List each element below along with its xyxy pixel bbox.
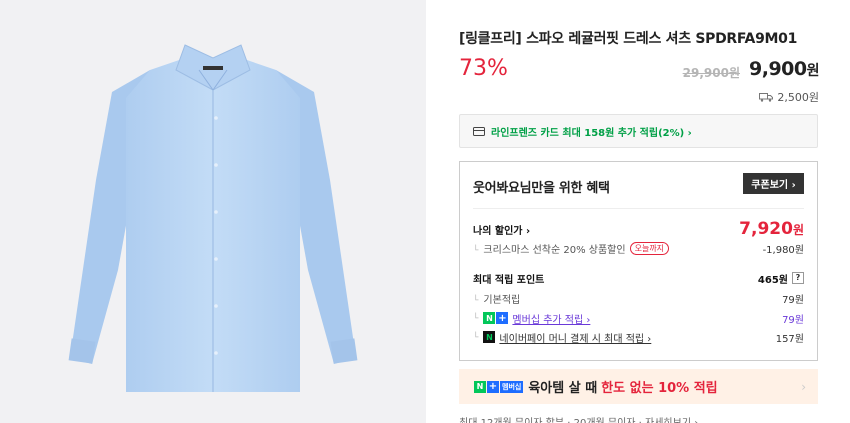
- view-coupons-button[interactable]: 쿠폰보기 ›: [743, 173, 804, 194]
- my-discount-row: 나의 할인가 › 7,920원: [473, 219, 804, 239]
- sub-branch: [473, 313, 483, 324]
- membership-banner[interactable]: N + 멤버십 육아템 살 때 한도 없는 10% 적립 ›: [459, 369, 818, 404]
- plus-icon: +: [487, 380, 499, 393]
- sale-price-value: 9,900: [749, 58, 807, 80]
- membership-points-row: N+ 멤버십 추가 적립 › 79원: [473, 310, 804, 326]
- my-discount-price: 7,920원: [739, 219, 804, 239]
- dress-shirt-image: [68, 44, 358, 392]
- banner-text: 육아템 살 때: [528, 381, 598, 396]
- sale-price: 9,900원: [749, 58, 820, 80]
- sale-price-unit: 원: [806, 63, 820, 79]
- benefit-box: 웃어봐요님만을 위한 혜택 쿠폰보기 › 나의 할인가 › 7,920원 크리스…: [459, 161, 818, 361]
- truck-icon: [759, 92, 774, 102]
- npay-points-link[interactable]: 네이버페이 머니 결제 시 최대 적립 ›: [499, 330, 651, 345]
- sub-branch: [473, 332, 483, 343]
- benefit-heading: 웃어봐요님만을 위한 혜택: [473, 181, 610, 196]
- divider: [473, 208, 804, 209]
- basic-points-label: 기본적립: [473, 291, 520, 306]
- my-discount-link[interactable]: 나의 할인가 ›: [473, 222, 530, 237]
- today-only-badge: 오늘까지: [629, 241, 670, 255]
- xmas-discount-label: 크리스마스 선착순 20% 상품할인: [473, 241, 625, 256]
- product-image[interactable]: [0, 0, 426, 423]
- basic-points-row: 기본적립 79원: [473, 290, 804, 306]
- shipping-fee: 2,500원: [759, 89, 819, 105]
- membership-points-value: 79원: [782, 314, 804, 326]
- points-help-icon[interactable]: ?: [792, 272, 804, 284]
- my-discount-unit: 원: [792, 223, 804, 237]
- naver-n-icon: N: [474, 380, 486, 393]
- max-points-row: 최대 적립 포인트 465원 ?: [473, 270, 804, 286]
- max-points-value: 465원: [757, 274, 788, 286]
- discount-rate: 73%: [459, 56, 508, 81]
- membership-points-link[interactable]: 멤버십 추가 적립 ›: [512, 311, 590, 326]
- npay-points-row: N 네이버페이 머니 결제 시 최대 적립 › 157원: [473, 329, 804, 345]
- installment-notice: 최대 12개월 무이자 할부 · 20개월 무이자 · 자세히보기 ›: [459, 414, 698, 423]
- xmas-discount-row: 크리스마스 선착순 20% 상품할인 오늘까지 -1,980원: [473, 240, 804, 256]
- my-discount-value: 7,920: [739, 219, 793, 239]
- product-title: [링클프리] 스파오 레귤러핏 드레스 셔츠 SPDRFA9M01: [459, 31, 798, 47]
- card-benefit-notice[interactable]: 라인프렌즈 카드 최대 158원 추가 적립(2%) ›: [459, 114, 818, 148]
- max-points-label: 최대 적립 포인트: [473, 274, 545, 286]
- chevron-right-icon: ›: [801, 379, 806, 394]
- card-benefit-text: 라인프렌즈 카드 최대 158원 추가 적립(2%) ›: [491, 127, 692, 139]
- xmas-discount-value: -1,980원: [762, 244, 804, 256]
- npay-points-value: 157원: [775, 333, 804, 345]
- original-price: 29,900원: [682, 66, 740, 80]
- banner-highlight: 한도 없는 10% 적립: [601, 381, 718, 396]
- basic-points-value: 79원: [782, 294, 804, 306]
- shipping-fee-value: 2,500원: [777, 91, 819, 104]
- membership-tag-label: 멤버십: [500, 380, 524, 393]
- naver-plus-membership-tag: N + 멤버십: [474, 380, 524, 393]
- naver-plus-membership-icon: N +: [483, 312, 509, 324]
- credit-card-icon: [473, 126, 485, 136]
- naver-pay-icon: N: [483, 331, 496, 343]
